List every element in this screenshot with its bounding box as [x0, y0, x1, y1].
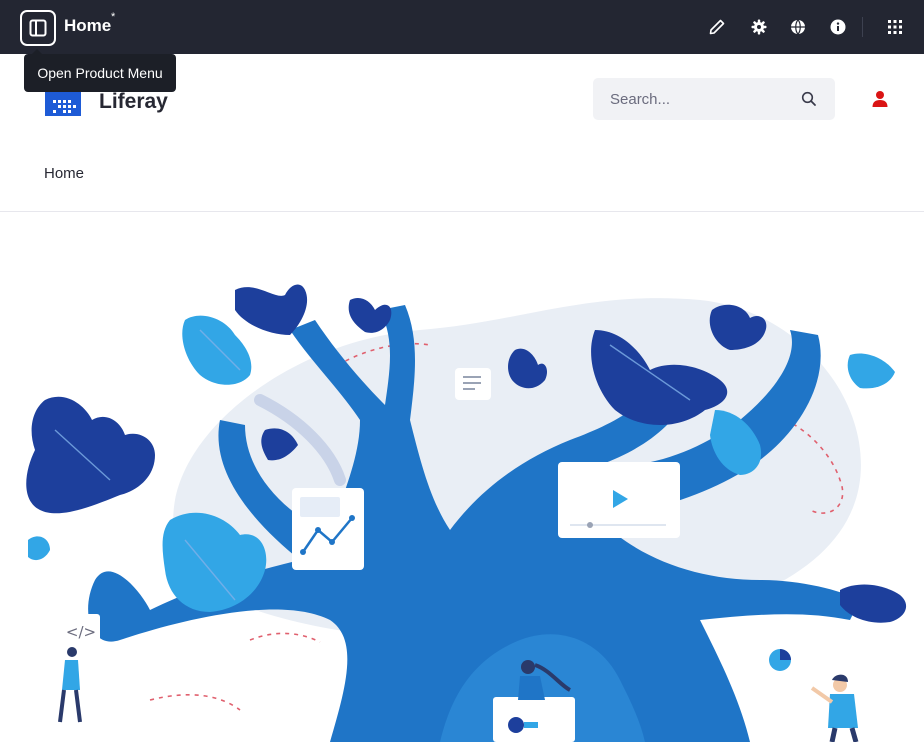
code-tag-label: </>	[66, 623, 96, 641]
search-icon[interactable]	[801, 91, 817, 107]
product-menu-toggle[interactable]	[20, 10, 56, 46]
hero-banner: </>	[0, 213, 924, 742]
user-menu-button[interactable]	[859, 78, 901, 120]
edit-button[interactable]	[706, 16, 728, 38]
page-title: Home	[64, 16, 112, 35]
draft-marker: *	[111, 11, 116, 23]
control-bar-divider	[862, 17, 863, 37]
video-card	[558, 462, 680, 538]
pie-chart-card	[748, 624, 814, 694]
code-card: </>	[62, 614, 100, 648]
gear-icon	[751, 19, 767, 35]
search-input[interactable]	[593, 78, 793, 120]
nav-item-home[interactable]: Home	[44, 165, 84, 182]
chart-card	[292, 488, 364, 570]
document-card	[455, 368, 491, 400]
product-menu-icon	[29, 19, 47, 37]
apps-grid-icon	[888, 20, 902, 34]
applications-menu-button[interactable]	[884, 16, 906, 38]
person-left	[58, 647, 82, 723]
tree-illustration: </>	[26, 284, 907, 742]
info-icon	[830, 19, 846, 35]
person-right	[810, 674, 859, 742]
info-button[interactable]	[827, 16, 849, 38]
bottom-card	[493, 697, 575, 742]
simulation-button[interactable]	[787, 16, 809, 38]
simulation-icon	[791, 19, 805, 35]
configuration-button[interactable]	[748, 16, 770, 38]
site-name[interactable]: Liferay	[99, 90, 168, 114]
control-bar: Home *	[0, 0, 924, 54]
search-box	[593, 78, 835, 120]
user-icon	[872, 91, 888, 107]
pencil-icon	[709, 19, 725, 35]
product-menu-tooltip: Open Product Menu	[24, 54, 176, 92]
